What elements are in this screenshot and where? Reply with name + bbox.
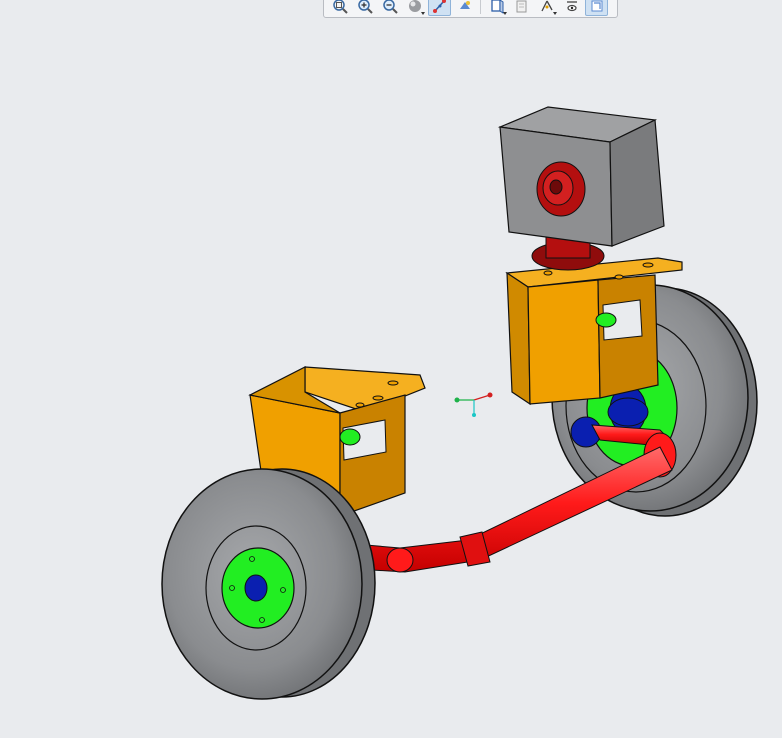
left-spring-seat — [339, 428, 361, 446]
left-hub-center — [244, 574, 268, 602]
lug-hole — [280, 587, 286, 593]
motor-box-side — [609, 119, 665, 247]
bolt-hole — [642, 262, 654, 268]
lug-hole — [229, 585, 235, 591]
right-bracket-front — [527, 279, 601, 405]
bolt-hole — [355, 402, 365, 408]
bolt-hole — [372, 395, 384, 401]
right-bracket-side — [506, 271, 531, 406]
motor-pulley-hub — [549, 179, 563, 195]
lug-hole — [249, 556, 255, 562]
tie-rod-joint-left — [386, 547, 414, 573]
tie-rod-tube — [365, 446, 673, 573]
bolt-hole — [543, 270, 553, 276]
ball-joint-arm — [607, 397, 649, 427]
bolt-hole — [387, 380, 399, 386]
right-spring-seat — [595, 312, 617, 328]
left-wheel[interactable] — [161, 468, 376, 700]
spin-center-axes-icon — [454, 392, 493, 417]
graphics-viewport[interactable] — [0, 0, 782, 738]
lug-hole — [259, 617, 265, 623]
bolt-hole — [614, 274, 624, 280]
right-upper-assembly[interactable] — [497, 106, 683, 406]
